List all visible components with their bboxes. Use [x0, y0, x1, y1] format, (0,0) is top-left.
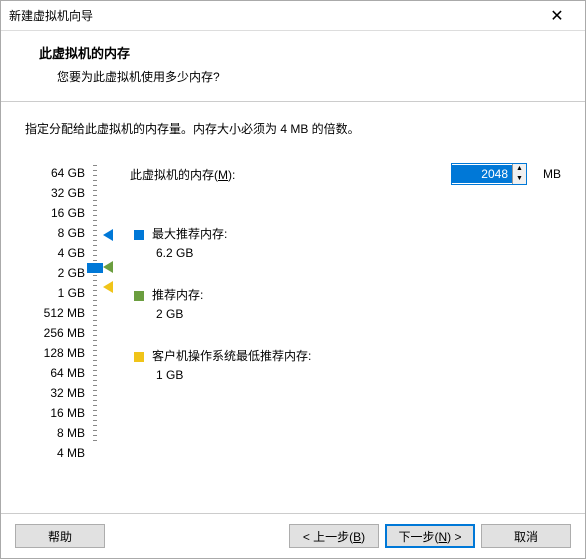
max-recommendation: 最大推荐内存: 6.2 GB: [130, 225, 561, 260]
tick-label: 512 MB: [25, 303, 85, 323]
tick-label: 256 MB: [25, 323, 85, 343]
close-button[interactable]: ✕: [537, 2, 577, 30]
memory-slider-column: 64 GB 32 GB 16 GB 8 GB 4 GB 2 GB 1 GB 51…: [25, 163, 110, 408]
tick-label: 32 GB: [25, 183, 85, 203]
wizard-header: 此虚拟机的内存 您要为此虚拟机使用多少内存?: [1, 31, 585, 102]
back-button[interactable]: < 上一步(B): [289, 524, 379, 548]
min-recommendation: 客户机操作系统最低推荐内存: 1 GB: [130, 347, 561, 382]
rec-marker-icon: [103, 261, 113, 273]
slider-tick-labels: 64 GB 32 GB 16 GB 8 GB 4 GB 2 GB 1 GB 51…: [25, 163, 85, 463]
instruction-text: 指定分配给此虚拟机的内存量。内存大小必须为 4 MB 的倍数。: [25, 120, 561, 137]
square-yellow-icon: [134, 352, 144, 362]
wizard-window: 新建虚拟机向导 ✕ 此虚拟机的内存 您要为此虚拟机使用多少内存? 指定分配给此虚…: [0, 0, 586, 559]
memory-input-row: 此虚拟机的内存(M): ▲ ▼ MB: [130, 163, 561, 185]
cancel-button[interactable]: 取消: [481, 524, 571, 548]
tick-label: 32 MB: [25, 383, 85, 403]
max-marker-icon: [103, 229, 113, 241]
tick-label: 16 GB: [25, 203, 85, 223]
titlebar: 新建虚拟机向导 ✕: [1, 1, 585, 31]
max-rec-value: 6.2 GB: [134, 246, 561, 260]
tick-label: 16 MB: [25, 403, 85, 423]
slider-thumb[interactable]: [87, 263, 103, 273]
memory-area: 64 GB 32 GB 16 GB 8 GB 4 GB 2 GB 1 GB 51…: [25, 163, 561, 408]
square-green-icon: [134, 291, 144, 301]
min-rec-value: 1 GB: [134, 368, 561, 382]
min-marker-icon: [103, 281, 113, 293]
tick-label: 64 GB: [25, 163, 85, 183]
tick-label: 128 MB: [25, 343, 85, 363]
close-icon: ✕: [550, 6, 563, 26]
spinner-up-icon[interactable]: ▲: [512, 164, 526, 174]
help-button[interactable]: 帮助: [15, 524, 105, 548]
wizard-footer: 帮助 < 上一步(B) 下一步(N) > 取消: [1, 513, 585, 558]
tick-label: 4 GB: [25, 243, 85, 263]
next-button[interactable]: 下一步(N) >: [385, 524, 475, 548]
page-title: 此虚拟机的内存: [39, 43, 561, 62]
recommended: 推荐内存: 2 GB: [130, 286, 561, 321]
spinner-down-icon[interactable]: ▼: [512, 174, 526, 184]
content-area: 指定分配给此虚拟机的内存量。内存大小必须为 4 MB 的倍数。 64 GB 32…: [1, 102, 585, 513]
rec-label: 推荐内存:: [152, 288, 203, 302]
window-title: 新建虚拟机向导: [9, 7, 537, 24]
square-blue-icon: [134, 230, 144, 240]
memory-input[interactable]: [452, 165, 512, 183]
memory-spinner: ▲ ▼: [451, 163, 527, 185]
page-subtitle: 您要为此虚拟机使用多少内存?: [39, 68, 561, 85]
spinner-buttons: ▲ ▼: [512, 164, 526, 184]
tick-label: 8 MB: [25, 423, 85, 443]
max-rec-label: 最大推荐内存:: [152, 227, 227, 241]
tick-label: 64 MB: [25, 363, 85, 383]
tick-label: 4 MB: [25, 443, 85, 463]
memory-input-label: 此虚拟机的内存(M):: [130, 166, 441, 183]
right-column: 此虚拟机的内存(M): ▲ ▼ MB 最大推荐内存: 6.2 GB: [130, 163, 561, 408]
memory-unit: MB: [543, 167, 561, 181]
tick-label: 8 GB: [25, 223, 85, 243]
memory-slider[interactable]: [93, 165, 95, 445]
tick-label: 1 GB: [25, 283, 85, 303]
tick-label: 2 GB: [25, 263, 85, 283]
rec-value: 2 GB: [134, 307, 561, 321]
min-rec-label: 客户机操作系统最低推荐内存:: [152, 349, 311, 363]
